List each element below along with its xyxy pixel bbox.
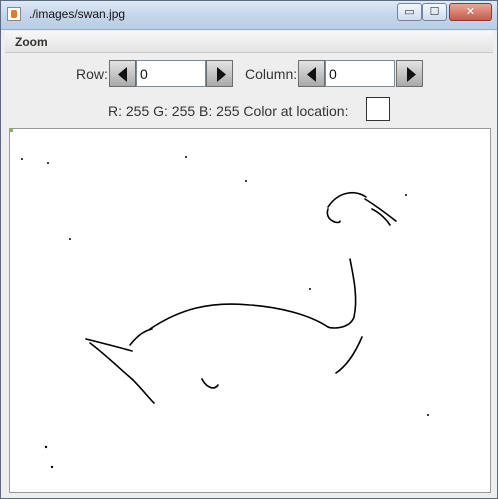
close-button[interactable]: ✕: [449, 3, 492, 21]
menu-zoom[interactable]: Zoom: [15, 35, 48, 49]
row-input[interactable]: [136, 60, 206, 87]
noise-dot: [44, 445, 48, 449]
noise-dot: [21, 158, 23, 160]
left-arrow-icon: [307, 67, 316, 82]
edge-line: [364, 198, 397, 222]
edge-line: [131, 378, 155, 404]
app-window: ./images/swan.jpg ▭ ☐ ✕ Zoom Row: Column…: [0, 0, 498, 499]
window-title: ./images/swan.jpg: [29, 7, 126, 21]
right-arrow-icon: [407, 67, 416, 82]
left-arrow-icon: [118, 67, 127, 82]
navigation-panel: Row: Column: R: 255 G: 255 B: 255 Color …: [5, 53, 493, 127]
noise-dot: [69, 238, 71, 240]
column-next-button[interactable]: [396, 60, 423, 87]
edge-line: [129, 328, 153, 346]
image-canvas[interactable]: [9, 128, 491, 493]
column-input[interactable]: [325, 60, 395, 87]
swan-edge-image: [10, 129, 429, 469]
row-next-button[interactable]: [206, 60, 233, 87]
color-swatch: [366, 97, 390, 121]
noise-dot: [47, 162, 49, 164]
maximize-button[interactable]: ☐: [422, 3, 447, 21]
pixel-color-info: R: 255 G: 255 B: 255 Color at location:: [108, 103, 349, 119]
edge-line: [327, 191, 367, 208]
noise-dot: [245, 180, 247, 182]
edge-line: [89, 342, 133, 380]
right-arrow-icon: [217, 67, 226, 82]
title-bar[interactable]: ./images/swan.jpg ▭ ☐ ✕: [1, 1, 497, 30]
edge-line: [371, 208, 391, 226]
edge-line: [335, 336, 363, 374]
noise-dot: [185, 156, 187, 158]
row-prev-button[interactable]: [109, 60, 136, 87]
noise-dot: [427, 414, 429, 416]
edge-line: [149, 303, 329, 330]
noise-dot: [50, 465, 54, 469]
edge-line: [327, 258, 357, 329]
minimize-button[interactable]: ▭: [397, 3, 422, 21]
edge-line: [326, 208, 341, 224]
noise-dot: [309, 288, 311, 290]
corner-pixel-marker: [10, 129, 13, 132]
noise-dot: [405, 194, 407, 196]
menu-bar: Zoom: [5, 31, 493, 53]
java-app-icon: [7, 7, 21, 21]
column-prev-button[interactable]: [298, 60, 325, 87]
column-label: Column:: [245, 66, 298, 82]
row-label: Row:: [76, 66, 108, 82]
edge-line: [201, 378, 219, 389]
